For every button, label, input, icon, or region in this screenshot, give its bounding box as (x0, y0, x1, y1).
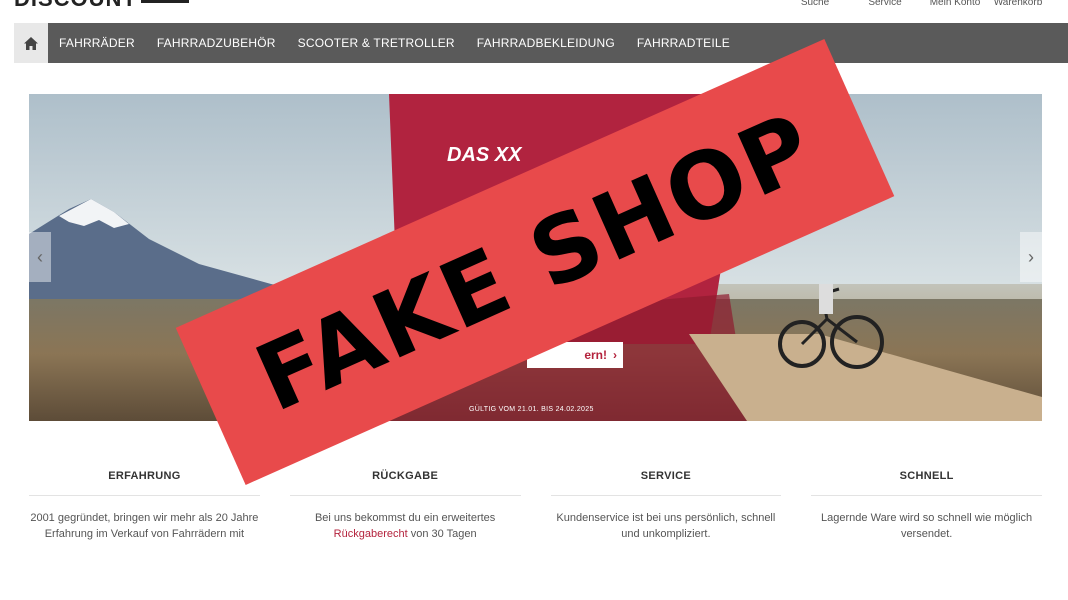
carousel-next-button[interactable]: › (1020, 232, 1042, 282)
cyclist-image (778, 284, 884, 369)
feature-text: Kundenservice ist bei uns persönlich, sc… (556, 512, 776, 540)
main-nav: FAHRRÄDER FAHRRADZUBEHÖR SCOOTER & TRETR… (14, 23, 1068, 63)
chevron-right-icon: › (1028, 246, 1034, 267)
feature-rueckgabe: RÜCKGABE Bei uns bekommst du ein erweite… (289, 460, 521, 542)
site-logo[interactable]: DISCOUNT (14, 0, 189, 12)
feature-text: Bei uns bekommst du ein erweitertes Rück… (314, 512, 496, 540)
home-button[interactable] (14, 23, 48, 63)
feature-title: ERFAHRUNG (29, 460, 260, 496)
search-link[interactable]: Suche (780, 0, 850, 8)
feature-text: 2001 gegründet, bringen wir mehr als 20 … (30, 512, 259, 540)
home-icon (24, 36, 38, 50)
header-links: Suche Service Mein Konto Warenkorb (780, 0, 1046, 8)
service-link[interactable]: Service (850, 0, 920, 8)
feature-title: RÜCKGABE (289, 460, 521, 496)
promo-title: DAS XX (447, 144, 522, 166)
nav-item-fahrradteile[interactable]: FAHRRADTEILE (626, 23, 741, 63)
feature-text: Lagernde Ware wird so schnell wie möglic… (821, 512, 1033, 540)
nav-item-fahrradzubehoer[interactable]: FAHRRADZUBEHÖR (146, 23, 287, 63)
nav-item-fahrradbekleidung[interactable]: FAHRRADBEKLEIDUNG (466, 23, 626, 63)
feature-schnell: SCHNELL Lagernde Ware wird so schnell wi… (811, 460, 1042, 542)
nav-item-scooter[interactable]: SCOOTER & TRETROLLER (287, 23, 466, 63)
feature-erfahrung: ERFAHRUNG 2001 gegründet, bringen wir me… (29, 460, 260, 542)
feature-title: SCHNELL (811, 460, 1042, 496)
cta-label: ern! (584, 348, 607, 362)
return-policy-link[interactable]: Rückgaberecht (334, 528, 408, 540)
feature-list: ERFAHRUNG 2001 gegründet, bringen wir me… (29, 460, 1042, 542)
chevron-left-icon: ‹ (37, 246, 43, 267)
cart-link[interactable]: Warenkorb (990, 0, 1046, 8)
promo-validity: GÜLTIG VOM 21.01. BIS 24.02.2025 (469, 406, 594, 413)
feature-title: SERVICE (550, 460, 782, 496)
nav-item-fahrraeder[interactable]: FAHRRÄDER (48, 23, 146, 63)
carousel-prev-button[interactable]: ‹ (29, 232, 51, 282)
logo-text: DISCOUNT (14, 0, 137, 11)
account-link[interactable]: Mein Konto (920, 0, 990, 8)
top-header: DISCOUNT Suche Service Mein Konto Warenk… (0, 0, 1068, 22)
chevron-right-icon: › (613, 348, 617, 362)
feature-service: SERVICE Kundenservice ist bei uns persön… (550, 460, 782, 542)
